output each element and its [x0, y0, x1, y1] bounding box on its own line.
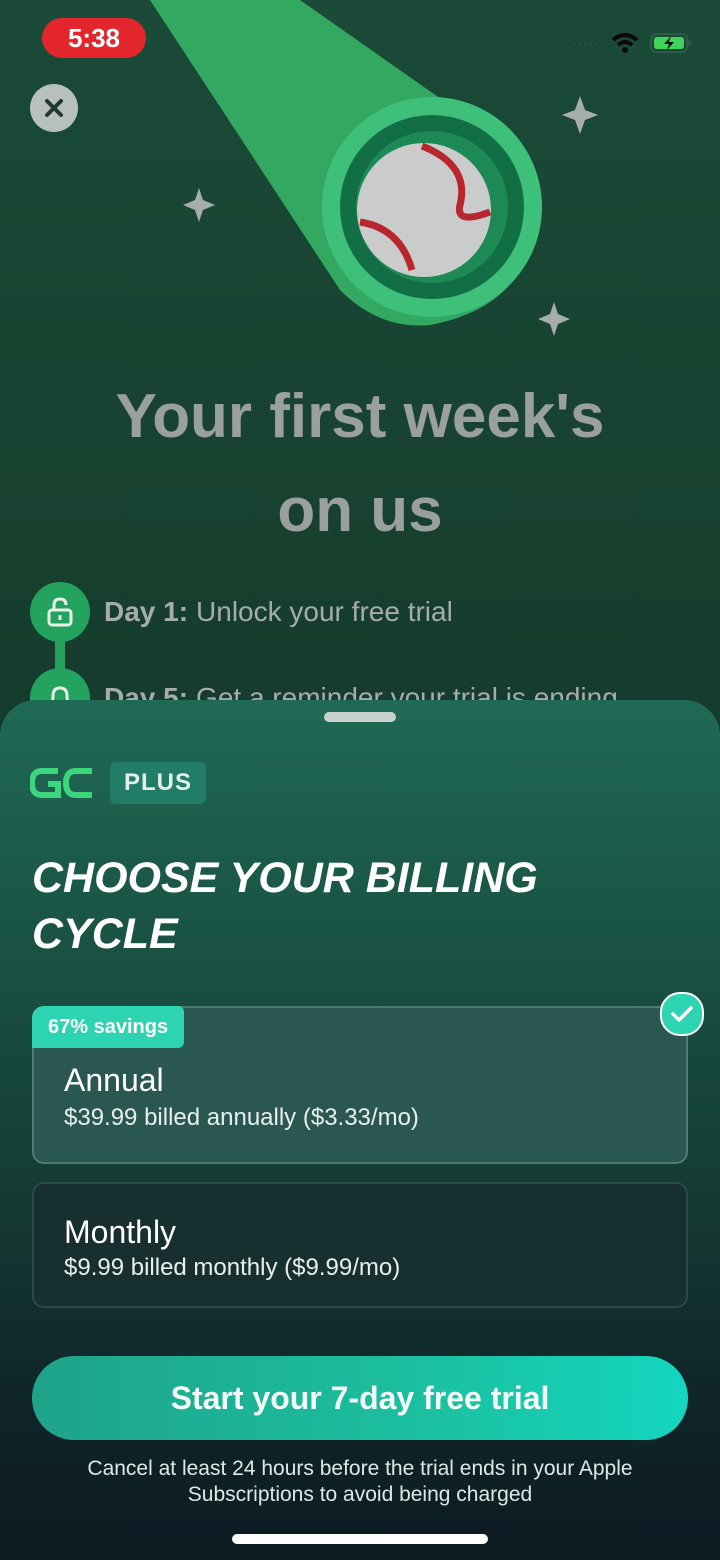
brand-header: PLUS — [30, 762, 207, 804]
billing-bottom-sheet: PLUS CHOOSE YOUR BILLING CYCLE 67% savin… — [0, 700, 720, 1560]
hero-title: Your first week's on us — [40, 370, 680, 558]
billing-title: CHOOSE YOUR BILLING CYCLE — [32, 854, 538, 958]
battery-charging-icon — [650, 33, 691, 53]
start-free-trial-button[interactable]: Start your 7-day free trial — [32, 1356, 688, 1440]
savings-badge: 67% savings — [32, 1006, 185, 1048]
home-indicator[interactable] — [232, 1534, 488, 1544]
sheet-grabber[interactable] — [324, 712, 396, 722]
plan-name: Annual — [64, 1062, 164, 1098]
plan-monthly-option[interactable]: Monthly $9.99 billed monthly ($9.99/mo) — [32, 1182, 688, 1308]
close-button[interactable] — [30, 84, 78, 132]
gc-logo-icon — [30, 768, 92, 798]
plan-name: Monthly — [64, 1214, 177, 1250]
sparkle-icon — [538, 302, 570, 336]
plus-badge: PLUS — [110, 762, 207, 804]
status-time: 5:38 — [42, 18, 146, 58]
sparkle-icon — [562, 96, 598, 134]
sparkle-icon — [183, 188, 215, 222]
unlock-icon — [47, 597, 73, 627]
timeline-text: Day 1: Unlock your free trial — [104, 596, 453, 627]
hero-title-line-2: on us — [277, 476, 443, 545]
cancellation-disclaimer: Cancel at least 24 hours before the tria… — [87, 1457, 633, 1506]
plan-annual-option[interactable]: 67% savings Annual $39.99 billed annuall… — [32, 1006, 688, 1164]
wifi-icon — [611, 33, 639, 53]
plan-description: $39.99 billed annually ($3.33/mo) — [64, 1104, 419, 1131]
close-icon — [45, 99, 63, 117]
hero-title-line-1: Your first week's — [115, 382, 605, 451]
plan-description: $9.99 billed monthly ($9.99/mo) — [64, 1254, 401, 1281]
selected-check-icon — [660, 992, 704, 1036]
timeline-item: Day 1: Unlock your free trial — [30, 582, 453, 642]
signal-dots: ····· — [571, 35, 600, 51]
timeline-step-1 — [30, 582, 90, 642]
paywall-screen: 5:38 ····· Your first week's on us Day 1… — [0, 0, 720, 1560]
status-indicators: ····· — [572, 28, 692, 58]
